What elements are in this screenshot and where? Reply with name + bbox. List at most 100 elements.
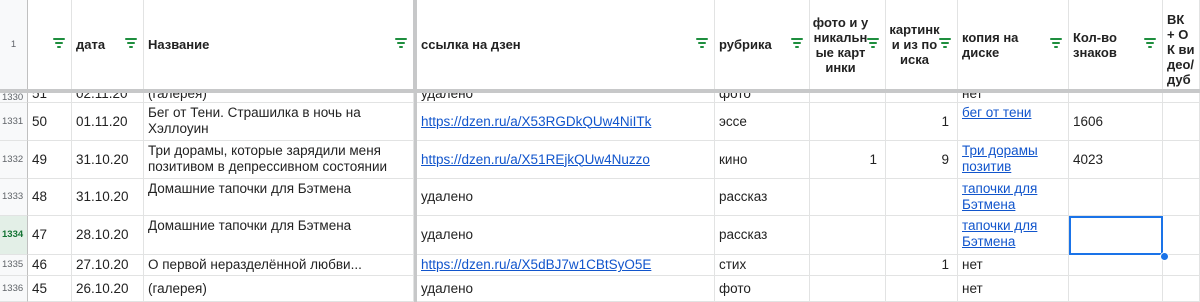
cell-rubric[interactable]: фото xyxy=(715,93,810,103)
column-header-pics[interactable]: картинки из поиска xyxy=(886,0,958,90)
cell-chars[interactable] xyxy=(1069,93,1163,103)
cell-photos[interactable] xyxy=(810,276,886,302)
cell-rubric[interactable]: кино xyxy=(715,141,810,179)
column-header-copy[interactable]: копия на диске xyxy=(958,0,1069,90)
row-header[interactable]: 1332 xyxy=(0,141,28,179)
cell-rubric[interactable]: рассказ xyxy=(715,216,810,255)
cell-photos[interactable] xyxy=(810,103,886,141)
column-header-link[interactable]: ссылка на дзен xyxy=(417,0,715,90)
row-header[interactable]: 1330 xyxy=(0,93,28,103)
cell-link[interactable]: https://dzen.ru/a/X5dBJ7w1CBtSyO5E xyxy=(417,255,715,276)
cell-chars[interactable] xyxy=(1069,255,1163,276)
row-header[interactable]: 1331 xyxy=(0,103,28,141)
cell-vk[interactable] xyxy=(1163,93,1200,103)
cell-date[interactable]: 26.10.20 xyxy=(72,276,144,302)
cell-num[interactable]: 51 xyxy=(28,93,72,103)
row-header-1[interactable]: 1 xyxy=(0,0,28,90)
fill-handle[interactable] xyxy=(1160,252,1169,261)
copy-link[interactable]: бег от тени xyxy=(962,105,1031,121)
row-header[interactable]: 1335 xyxy=(0,255,28,276)
cell-rubric[interactable]: фото xyxy=(715,276,810,302)
cell-link[interactable]: удалено xyxy=(417,276,715,302)
cell-vk[interactable] xyxy=(1163,179,1200,216)
cell-link[interactable]: удалено xyxy=(417,216,715,255)
cell-rubric[interactable]: рассказ xyxy=(715,179,810,216)
column-header-title[interactable]: Название xyxy=(144,0,414,90)
cell-date[interactable]: 01.11.20 xyxy=(72,103,144,141)
cell-copy[interactable]: нет xyxy=(958,276,1069,302)
filter-icon[interactable] xyxy=(53,38,65,50)
cell-copy[interactable]: тапочки для Бэтмена xyxy=(958,179,1069,216)
column-header-vk[interactable]: ВК + ОК видео/дубль xyxy=(1163,0,1200,90)
cell-num[interactable]: 48 xyxy=(28,179,72,216)
cell-link[interactable]: https://dzen.ru/a/X51REjkQUw4Nuzzo xyxy=(417,141,715,179)
cell-date[interactable]: 02.11.20 xyxy=(72,93,144,103)
cell-pics[interactable]: 1 xyxy=(886,103,958,141)
cell-date[interactable]: 28.10.20 xyxy=(72,216,144,255)
cell-link[interactable]: https://dzen.ru/a/X53RGDkQUw4NiITk xyxy=(417,103,715,141)
cell-title[interactable]: О первой неразделённой любви... xyxy=(144,255,414,276)
filter-icon[interactable] xyxy=(395,38,407,50)
row-header[interactable]: 1336 xyxy=(0,276,28,302)
cell-rubric[interactable]: стих xyxy=(715,255,810,276)
cell-photos[interactable] xyxy=(810,255,886,276)
copy-link[interactable]: тапочки для Бэтмена xyxy=(962,181,1064,213)
row-header[interactable]: 1334 xyxy=(0,216,28,255)
cell-title[interactable]: (галерея) xyxy=(144,93,414,103)
cell-num[interactable]: 47 xyxy=(28,216,72,255)
cell-title[interactable]: Домашние тапочки для Бэтмена xyxy=(144,179,414,216)
cell-photos[interactable]: 1 xyxy=(810,141,886,179)
cell-link[interactable]: удалено xyxy=(417,179,715,216)
cell-pics[interactable]: 1 xyxy=(886,255,958,276)
cell-num[interactable]: 49 xyxy=(28,141,72,179)
selected-cell[interactable] xyxy=(1069,216,1163,255)
cell-link[interactable]: удалено xyxy=(417,93,715,103)
cell-vk[interactable] xyxy=(1163,141,1200,179)
cell-date[interactable]: 31.10.20 xyxy=(72,141,144,179)
cell-num[interactable]: 50 xyxy=(28,103,72,141)
cell-rubric[interactable]: эссе xyxy=(715,103,810,141)
cell-vk[interactable] xyxy=(1163,276,1200,302)
filter-icon[interactable] xyxy=(1050,38,1062,50)
cell-pics[interactable] xyxy=(886,93,958,103)
cell-photos[interactable] xyxy=(810,179,886,216)
cell-title[interactable]: Бег от Тени. Страшилка в ночь на Хэллоуи… xyxy=(144,103,414,141)
cell-num[interactable]: 46 xyxy=(28,255,72,276)
column-header-date[interactable]: дата xyxy=(72,0,144,90)
column-header-rubric[interactable]: рубрика xyxy=(715,0,810,90)
cell-pics[interactable] xyxy=(886,216,958,255)
filter-icon[interactable] xyxy=(939,38,951,50)
filter-icon[interactable] xyxy=(696,38,708,50)
cell-chars[interactable]: 4023 xyxy=(1069,141,1163,179)
column-header-photos[interactable]: фото и уникальные картинки xyxy=(810,0,886,90)
row-header[interactable]: 1333 xyxy=(0,179,28,216)
cell-title[interactable]: (галерея) xyxy=(144,276,414,302)
cell-vk[interactable] xyxy=(1163,103,1200,141)
cell-copy[interactable]: Три дорамы позитив xyxy=(958,141,1069,179)
link-link[interactable]: https://dzen.ru/a/X51REjkQUw4Nuzzo xyxy=(421,152,650,168)
cell-title[interactable]: Домашние тапочки для Бэтмена xyxy=(144,216,414,255)
cell-copy[interactable]: нет xyxy=(958,93,1069,103)
filter-icon[interactable] xyxy=(791,38,803,50)
filter-icon[interactable] xyxy=(125,38,137,50)
cell-copy[interactable]: тапочки для Бэтмена xyxy=(958,216,1069,255)
link-link[interactable]: https://dzen.ru/a/X53RGDkQUw4NiITk xyxy=(421,114,651,130)
cell-date[interactable]: 31.10.20 xyxy=(72,179,144,216)
column-header-chars[interactable]: Кол-во знаков xyxy=(1069,0,1163,90)
column-header-num[interactable] xyxy=(28,0,72,90)
filter-icon[interactable] xyxy=(867,38,879,50)
cell-date[interactable]: 27.10.20 xyxy=(72,255,144,276)
filter-icon[interactable] xyxy=(1144,38,1156,50)
cell-chars[interactable]: 1606 xyxy=(1069,103,1163,141)
cell-copy[interactable]: бег от тени xyxy=(958,103,1069,141)
cell-pics[interactable] xyxy=(886,179,958,216)
cell-copy[interactable]: нет xyxy=(958,255,1069,276)
link-link[interactable]: https://dzen.ru/a/X5dBJ7w1CBtSyO5E xyxy=(421,257,651,273)
cell-photos[interactable] xyxy=(810,216,886,255)
cell-chars[interactable] xyxy=(1069,276,1163,302)
cell-photos[interactable] xyxy=(810,93,886,103)
cell-title[interactable]: Три дорамы, которые зарядили меня позити… xyxy=(144,141,414,179)
cell-num[interactable]: 45 xyxy=(28,276,72,302)
copy-link[interactable]: тапочки для Бэтмена xyxy=(962,218,1064,250)
cell-chars[interactable] xyxy=(1069,179,1163,216)
